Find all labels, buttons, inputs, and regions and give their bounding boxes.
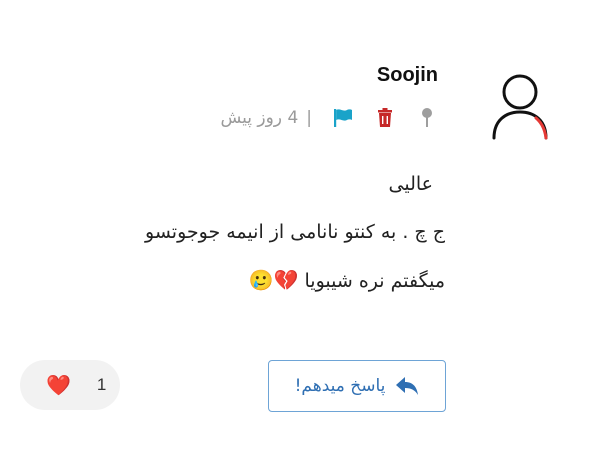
comment-line-2: ج چ . به کنتو نانامی از انیمه جوجوتسو: [145, 221, 445, 243]
comment-card: Soojin | 4 روز پیش عالیی ج چ . به کنتو ن…: [0, 0, 600, 467]
comment-line-3-emojis: 💔🥲: [248, 268, 299, 292]
like-button[interactable]: ❤️ 1: [20, 360, 120, 410]
user-avatar-icon[interactable]: [490, 68, 556, 140]
like-count: 1: [96, 375, 107, 394]
comment-line-3: میگفتم نره شیبویا 💔🥲: [25, 256, 445, 304]
reply-button-label: پاسخ میدهم!: [294, 376, 386, 396]
meta-separator: |: [306, 108, 312, 128]
reply-button[interactable]: پاسخ میدهم!: [268, 360, 446, 412]
heart-icon: ❤️: [46, 373, 71, 397]
pin-icon[interactable]: [416, 106, 438, 130]
comment-body: عالیی ج چ . به کنتو نانامی از انیمه جوجو…: [25, 160, 445, 304]
trash-icon[interactable]: [374, 106, 396, 130]
reply-arrow-icon: [396, 377, 419, 395]
flag-icon[interactable]: [332, 106, 354, 130]
comment-timestamp: 4 روز پیش: [220, 108, 299, 128]
comment-username[interactable]: Soojin: [377, 64, 438, 87]
comment-line-3-text: میگفتم نره شیبویا: [304, 270, 445, 292]
comment-meta: | 4 روز پیش: [220, 106, 438, 130]
comment-line-1: عالیی: [388, 173, 434, 195]
